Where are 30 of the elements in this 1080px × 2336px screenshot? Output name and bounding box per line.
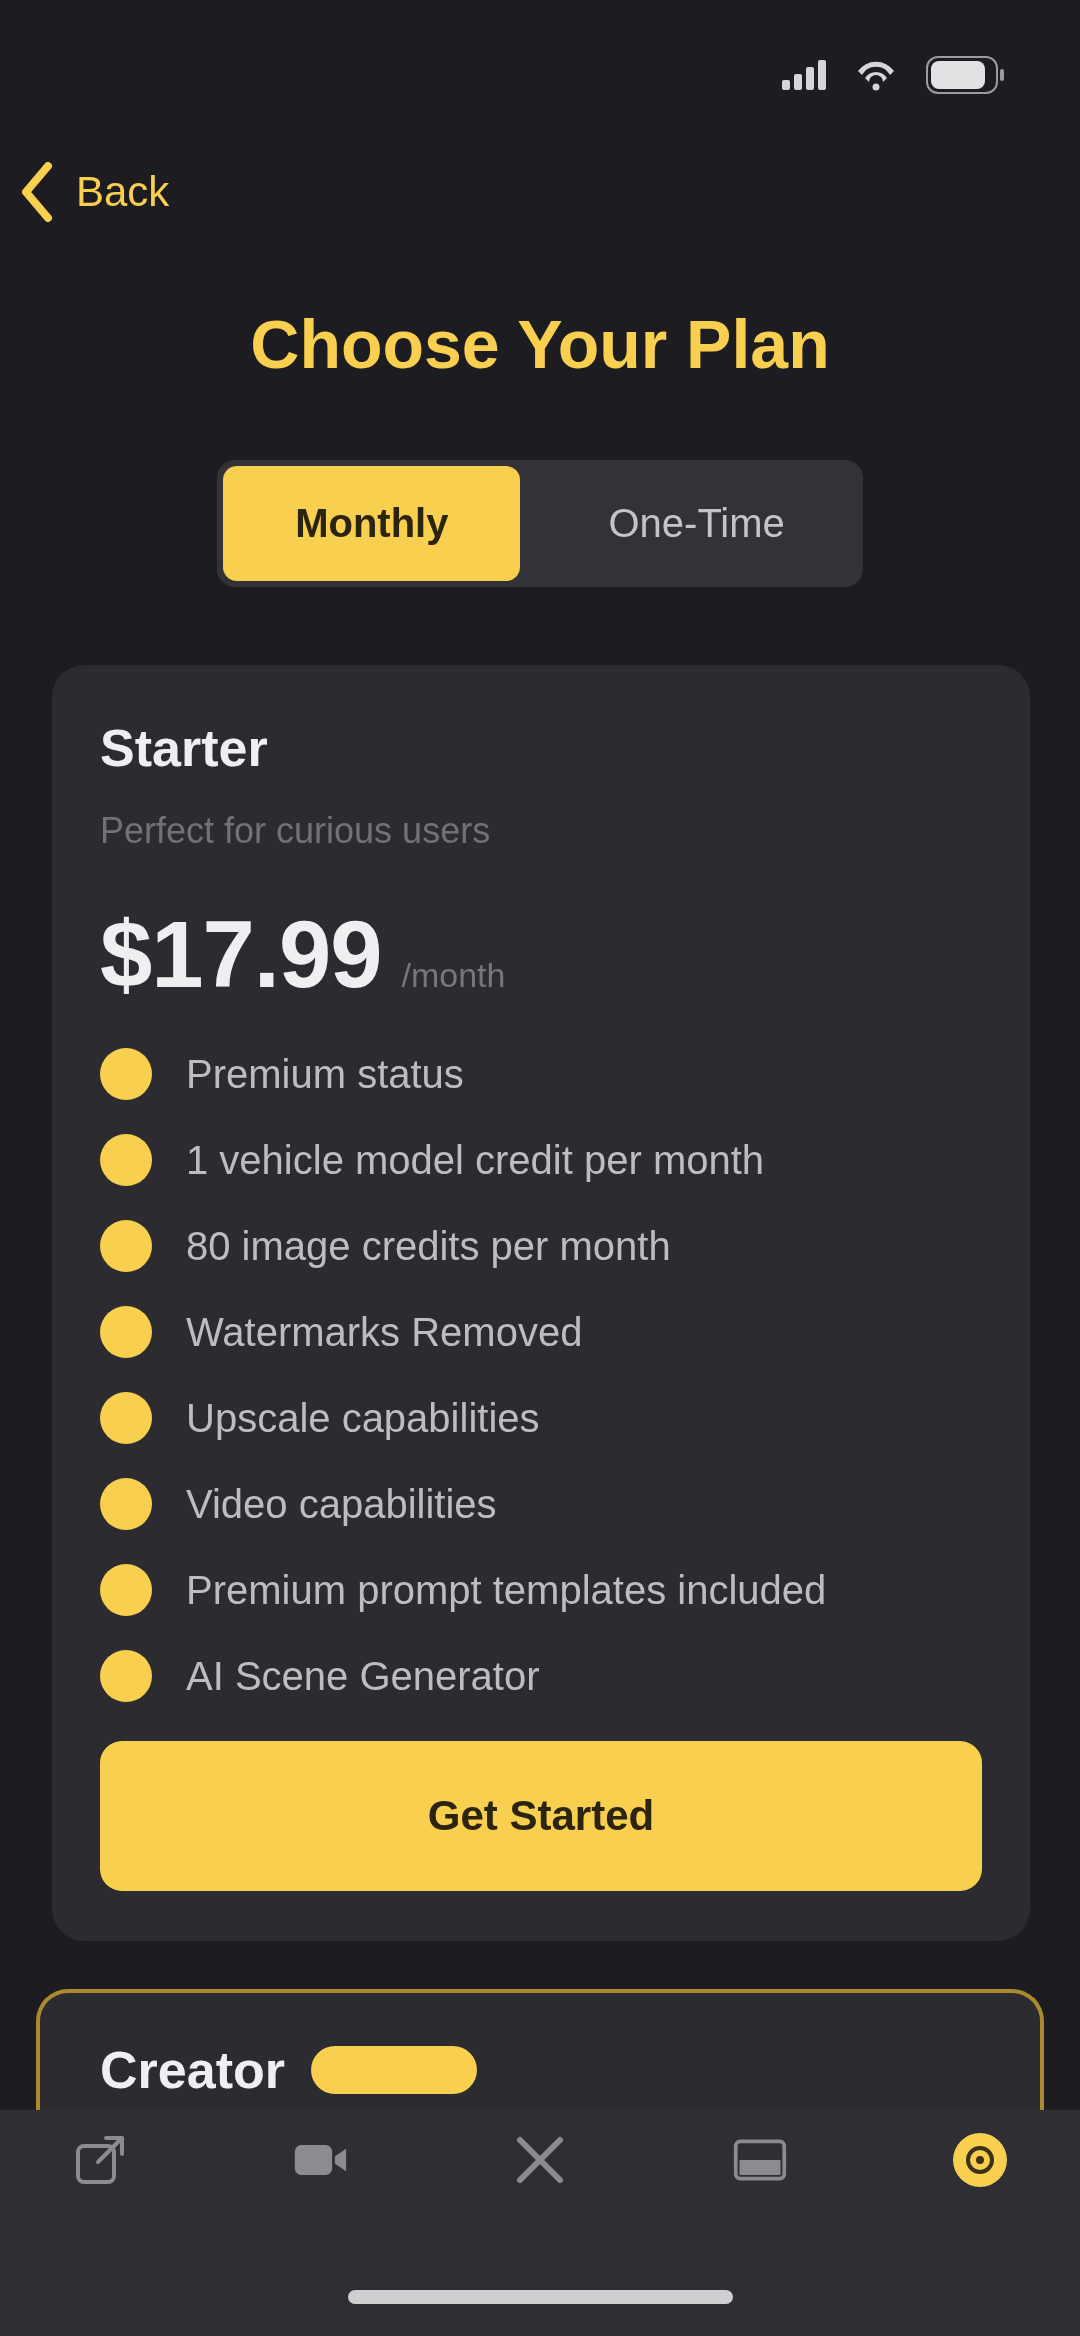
- bullet-dot-icon: [100, 1650, 152, 1702]
- feature-text: 1 vehicle model credit per month: [186, 1137, 765, 1183]
- bullet-dot-icon: [100, 1564, 152, 1616]
- feature-text: Watermarks Removed: [186, 1309, 583, 1355]
- page-title: Choose Your Plan: [249, 305, 831, 384]
- bullet-dot-icon: [100, 1478, 152, 1530]
- plan-name: Creator: [100, 2040, 285, 2101]
- billing-tab[interactable]: One-Time: [536, 466, 857, 581]
- bullet-dot-icon: [100, 1392, 152, 1444]
- feature-text: AI Scene Generator: [186, 1653, 540, 1699]
- plan-price: $17.99: [100, 905, 382, 1005]
- bullet-dot-icon: [100, 1306, 152, 1358]
- feature-text: Video capabilities: [186, 1481, 497, 1527]
- feature-text: Premium status: [186, 1051, 464, 1097]
- back-button[interactable]: Back: [18, 150, 170, 234]
- feature-text: Upscale capabilities: [186, 1395, 540, 1441]
- plan-subtitle: Perfect for curious users: [100, 809, 492, 853]
- bullet-dot-icon: [100, 1220, 152, 1272]
- billing-tab[interactable]: Monthly: [223, 466, 521, 581]
- signal-icon: [782, 60, 826, 90]
- get-started-button[interactable]: Get Started: [100, 1741, 982, 1891]
- bullet-dot-icon: [100, 1048, 152, 1100]
- circle-dot-icon: [952, 2132, 1008, 2188]
- feature-text: Premium prompt templates included: [186, 1567, 827, 1613]
- plan-name: Starter: [100, 718, 268, 779]
- bullet-dot-icon: [100, 1134, 152, 1186]
- feature-text: 80 image credits per month: [186, 1223, 671, 1269]
- wifi-icon: [856, 59, 896, 91]
- battery-icon: [926, 56, 1004, 94]
- price-period: /month: [401, 956, 506, 995]
